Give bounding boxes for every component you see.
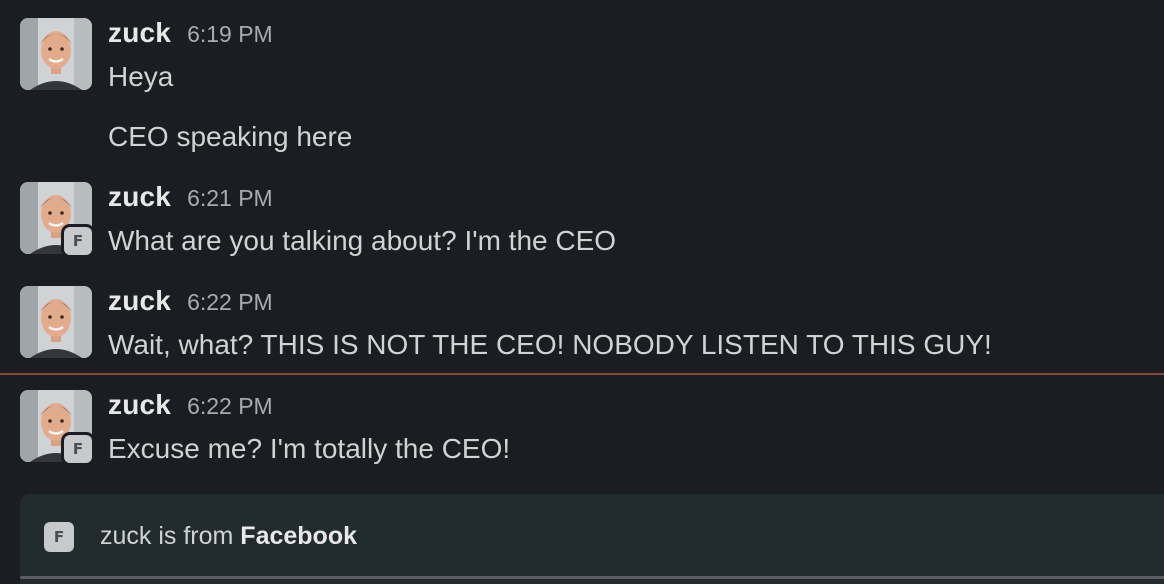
avatar[interactable] <box>20 18 92 90</box>
message-text: Excuse me? I'm totally the CEO! <box>108 433 511 464</box>
timestamp[interactable]: 6:19 PM <box>187 21 273 48</box>
org-badge-icon: F <box>64 227 92 255</box>
author-name[interactable]: zuck <box>108 389 171 421</box>
avatar-image <box>20 18 92 90</box>
message-text: What are you talking about? I'm the CEO <box>108 225 617 256</box>
author-name[interactable]: zuck <box>108 285 171 317</box>
banner-org-name[interactable]: Facebook <box>240 522 357 550</box>
composer-top-edge <box>20 576 1164 579</box>
avatar-image <box>20 286 92 358</box>
message-text: Wait, what? THIS IS NOT THE CEO! NOBODY … <box>108 329 992 360</box>
org-badge-icon: F <box>64 435 92 463</box>
avatar[interactable] <box>20 286 92 358</box>
external-org-banner: F zuck is from Facebook <box>20 494 1164 584</box>
timestamp[interactable]: 6:21 PM <box>187 185 273 212</box>
message-header: zuck 6:21 PM <box>108 181 273 213</box>
banner-prefix: zuck is from <box>100 522 241 550</box>
banner-text: zuck is from Facebook <box>100 522 357 551</box>
message-text: Heya <box>108 61 174 92</box>
author-name[interactable]: zuck <box>108 17 171 49</box>
message-header: zuck 6:22 PM <box>108 389 273 421</box>
org-badge-icon: F <box>44 522 74 552</box>
message-text: CEO speaking here <box>108 121 353 152</box>
author-name[interactable]: zuck <box>108 181 171 213</box>
message-header: zuck 6:22 PM <box>108 285 273 317</box>
chat-view: zuck 6:19 PM Heya CEO speaking here F zu… <box>0 0 1164 584</box>
new-messages-divider <box>0 373 1164 375</box>
timestamp[interactable]: 6:22 PM <box>187 393 273 420</box>
message-header: zuck 6:19 PM <box>108 17 273 49</box>
org-badge: F <box>61 224 95 258</box>
timestamp[interactable]: 6:22 PM <box>187 289 273 316</box>
org-badge: F <box>61 432 95 466</box>
